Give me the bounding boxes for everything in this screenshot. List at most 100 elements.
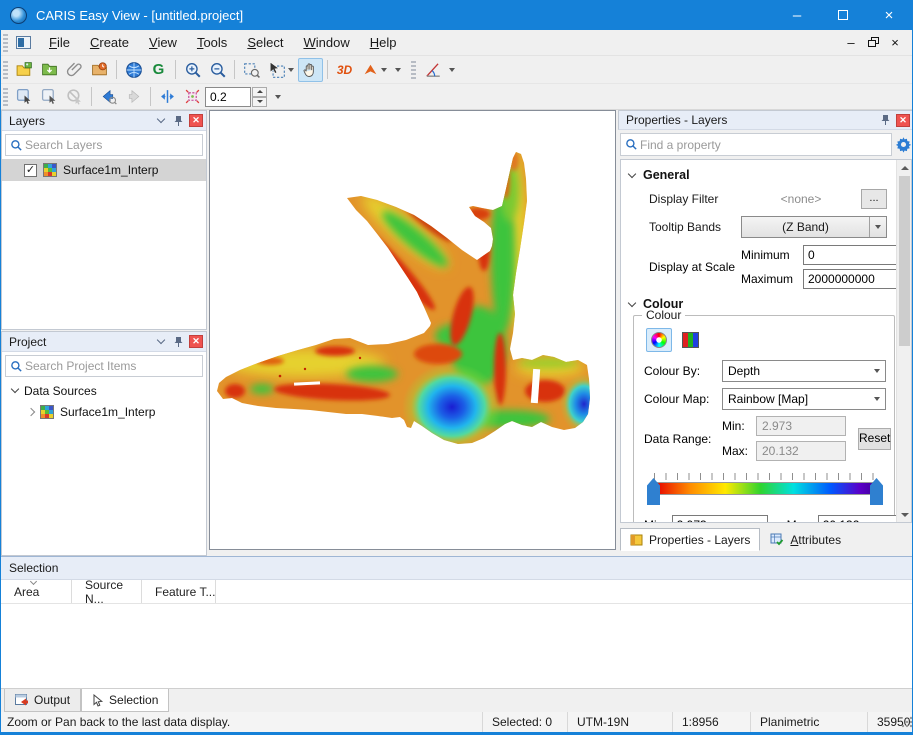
section-general[interactable]: General [629,168,911,182]
pan-button[interactable] [298,58,323,82]
colour-by-dropdown[interactable]: Depth [722,360,886,382]
gear-icon[interactable] [895,136,912,153]
measure-overflow-button[interactable] [445,58,457,82]
tab-attributes[interactable]: Attributes [760,528,851,551]
scrollbar-thumb[interactable] [899,176,910,346]
project-panel-title: Project [9,335,46,349]
minimize-button[interactable]: – [774,0,820,30]
maximize-button[interactable] [820,0,866,30]
selection-column-header[interactable]: Feature T... [142,580,216,603]
menu-item[interactable]: Select [237,31,293,54]
scroll-up-icon[interactable] [897,160,912,175]
web-map-button[interactable] [121,58,146,82]
project-panel-header[interactable]: Project ✕ [2,332,206,352]
clear-selection-button[interactable] [62,85,87,109]
menu-item[interactable]: View [139,31,187,54]
view-3d-button[interactable]: 3D [332,58,357,82]
panel-pin-button[interactable] [171,114,186,128]
zoom-in-button[interactable] [180,58,205,82]
menu-item[interactable]: Create [80,31,139,54]
layer-row[interactable]: ✓ Surface1m_Interp [2,159,206,181]
toolbar-grip[interactable] [411,61,416,79]
properties-panel: Properties - Layers ✕ General Display Fi… [618,110,913,552]
google-earth-button[interactable]: G [146,58,171,82]
mdi-document-icon[interactable] [16,36,31,49]
deselect-by-rectangle-button[interactable] [37,85,62,109]
property-search-box[interactable] [620,133,892,156]
dock-tab-strip: Output Selection [1,688,913,712]
reset-button[interactable]: Reset [858,428,891,450]
project-search-box[interactable] [5,355,203,377]
panel-menu-button[interactable] [153,114,168,128]
toolbar-grip[interactable] [3,34,8,52]
pin-icon [174,336,183,348]
open-display-file-button[interactable] [12,58,37,82]
tab-output[interactable]: Output [4,689,81,712]
spinner-up-icon[interactable] [252,87,267,97]
link-data-button[interactable] [62,58,87,82]
title-bar[interactable]: CARIS Easy View - [untitled.project] – × [1,0,912,30]
next-extent-button[interactable] [121,85,146,109]
scroll-down-icon[interactable] [897,507,912,522]
tab-selection[interactable]: Selection [81,689,169,712]
previous-extent-button[interactable] [96,85,121,109]
panel-close-button[interactable]: ✕ [189,335,203,348]
tooltip-bands-dropdown[interactable]: (Z Band) [741,216,887,238]
tree-node-data-sources[interactable]: Data Sources [2,380,206,401]
zoom-area-button[interactable] [239,58,264,82]
colour-map-dropdown[interactable]: Rainbow [Map] [722,388,886,410]
toolbar-separator [234,60,235,79]
layers-search-input[interactable] [23,137,198,153]
toolbar-overflow-button[interactable] [391,58,403,82]
flash-selection-button[interactable] [180,85,205,109]
recent-data-button[interactable] [87,58,112,82]
tolerance-spinner[interactable] [252,87,267,107]
rgb-mode-button[interactable] [677,328,703,352]
project-search-input[interactable] [23,358,198,374]
tree-node-surface[interactable]: Surface1m_Interp [2,401,206,422]
layers-panel-header[interactable]: Layers ✕ [2,111,206,131]
close-button[interactable]: × [866,0,912,30]
mdi-restore-button[interactable] [862,33,884,53]
properties-scrollbar[interactable] [896,160,911,522]
resize-grip-icon[interactable] [901,716,913,728]
measure-angle-button[interactable] [420,58,445,82]
menu-item[interactable]: File [39,31,80,54]
toolbar-grip[interactable] [3,88,8,106]
chevron-collapsed-icon[interactable] [27,407,35,415]
zoom-out-button[interactable] [205,58,230,82]
open-data-button[interactable] [37,58,62,82]
mdi-minimize-button[interactable]: – [840,33,862,53]
select-by-rectangle-button[interactable] [12,85,37,109]
property-search-input[interactable] [638,137,887,153]
properties-panel-header[interactable]: Properties - Layers ✕ [618,110,913,130]
toolbar-grip[interactable] [3,61,8,79]
menu-item[interactable]: Tools [187,31,237,54]
spinner-down-icon[interactable] [252,97,267,107]
layers-panel: Layers ✕ ✓ Surface1m_Interp [1,110,207,330]
panel-pin-button[interactable] [878,113,893,127]
selection-column-header[interactable]: Source N... [72,580,142,603]
mdi-close-button[interactable]: × [884,33,906,53]
panel-pin-button[interactable] [171,335,186,349]
fit-width-button[interactable] [155,85,180,109]
chevron-expanded-icon[interactable] [11,385,19,393]
panel-menu-button[interactable] [153,335,168,349]
range-min-input[interactable] [672,515,768,523]
selection-table-body[interactable] [1,604,913,688]
colour-map-mode-button[interactable] [646,328,672,352]
tab-properties-layers[interactable]: Properties - Layers [620,528,760,551]
panel-close-button[interactable]: ✕ [189,114,203,127]
display-filter-browse-button[interactable]: ... [861,189,887,209]
zoom-tolerance-input[interactable] [205,87,251,107]
north-arrow-button[interactable] [357,58,391,82]
layers-search-box[interactable] [5,134,203,156]
panel-close-button[interactable]: ✕ [896,114,910,127]
menu-item[interactable]: Help [360,31,407,54]
menu-item[interactable]: Window [293,31,359,54]
map-viewport[interactable] [209,110,616,550]
tab-label: Selection [109,693,158,707]
toolbar-overflow-button[interactable] [271,85,283,109]
select-tool-button[interactable] [264,58,298,82]
layer-visibility-checkbox[interactable]: ✓ [24,164,37,177]
